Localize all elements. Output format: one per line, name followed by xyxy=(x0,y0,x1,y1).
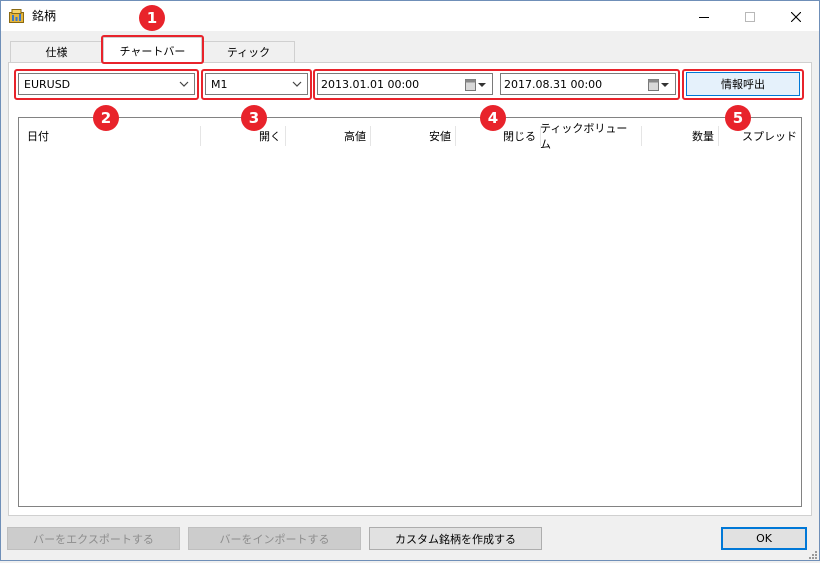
timeframe-value: M1 xyxy=(211,77,228,91)
date-from-field[interactable]: 2013.01.01 00:00 xyxy=(317,73,493,95)
title-bar[interactable]: 銘柄 xyxy=(1,1,819,31)
import-bars-button[interactable]: バーをインポートする xyxy=(188,527,361,550)
load-data-button[interactable]: 情報呼出 xyxy=(686,72,800,96)
app-icon xyxy=(9,9,24,23)
bars-table[interactable]: 日付 開く 高値 安値 閉じる ティックボリューム 数量 スプレッド xyxy=(18,117,802,507)
minimize-icon[interactable] xyxy=(681,2,727,31)
step-badge-4: 4 xyxy=(480,105,506,131)
ok-button[interactable]: OK xyxy=(721,527,807,550)
timeframe-select[interactable]: M1 xyxy=(205,73,308,95)
window-title: 銘柄 xyxy=(32,9,57,23)
date-to-field[interactable]: 2017.08.31 00:00 xyxy=(500,73,676,95)
step-badge-5: 5 xyxy=(725,105,751,131)
symbol-value: EURUSD xyxy=(24,77,71,91)
export-bars-button[interactable]: バーをエクスポートする xyxy=(7,527,180,550)
date-from-value: 2013.01.01 00:00 xyxy=(321,77,420,91)
load-button-label: 情報呼出 xyxy=(721,78,765,91)
step-badge-2: 2 xyxy=(93,105,119,131)
calendar-dropdown-icon[interactable] xyxy=(465,79,487,91)
maximize-icon[interactable] xyxy=(727,2,773,31)
create-custom-symbol-button[interactable]: カスタム銘柄を作成する xyxy=(369,527,542,550)
symbol-select[interactable]: EURUSD xyxy=(18,73,195,95)
table-header: 日付 開く 高値 安値 閉じる ティックボリューム 数量 スプレッド xyxy=(19,118,801,154)
column-header-tick-volume[interactable]: ティックボリューム xyxy=(540,118,641,154)
step-badge-1: 1 xyxy=(139,5,165,31)
close-icon[interactable] xyxy=(773,2,819,31)
column-header-low[interactable]: 安値 xyxy=(370,118,455,154)
tab-label: ティック xyxy=(226,46,271,59)
calendar-dropdown-icon[interactable] xyxy=(648,79,670,91)
tab-chart-bars[interactable]: チャートバー xyxy=(103,37,202,63)
import-bars-label: バーをインポートする xyxy=(219,532,330,546)
tab-specification[interactable]: 仕様 xyxy=(10,41,103,62)
step-badge-3: 3 xyxy=(241,105,267,131)
column-header-volume[interactable]: 数量 xyxy=(641,118,718,154)
export-bars-label: バーをエクスポートする xyxy=(33,532,154,546)
column-header-high[interactable]: 高値 xyxy=(285,118,370,154)
create-custom-label: カスタム銘柄を作成する xyxy=(395,532,516,546)
chevron-down-icon xyxy=(178,78,190,90)
tab-ticks[interactable]: ティック xyxy=(202,41,295,62)
date-to-value: 2017.08.31 00:00 xyxy=(504,77,603,91)
resize-grip-icon[interactable] xyxy=(808,549,818,559)
tab-label: チャートバー xyxy=(119,44,186,58)
tab-label: 仕様 xyxy=(45,46,68,59)
chevron-down-icon xyxy=(291,78,303,90)
ok-label: OK xyxy=(756,532,772,545)
